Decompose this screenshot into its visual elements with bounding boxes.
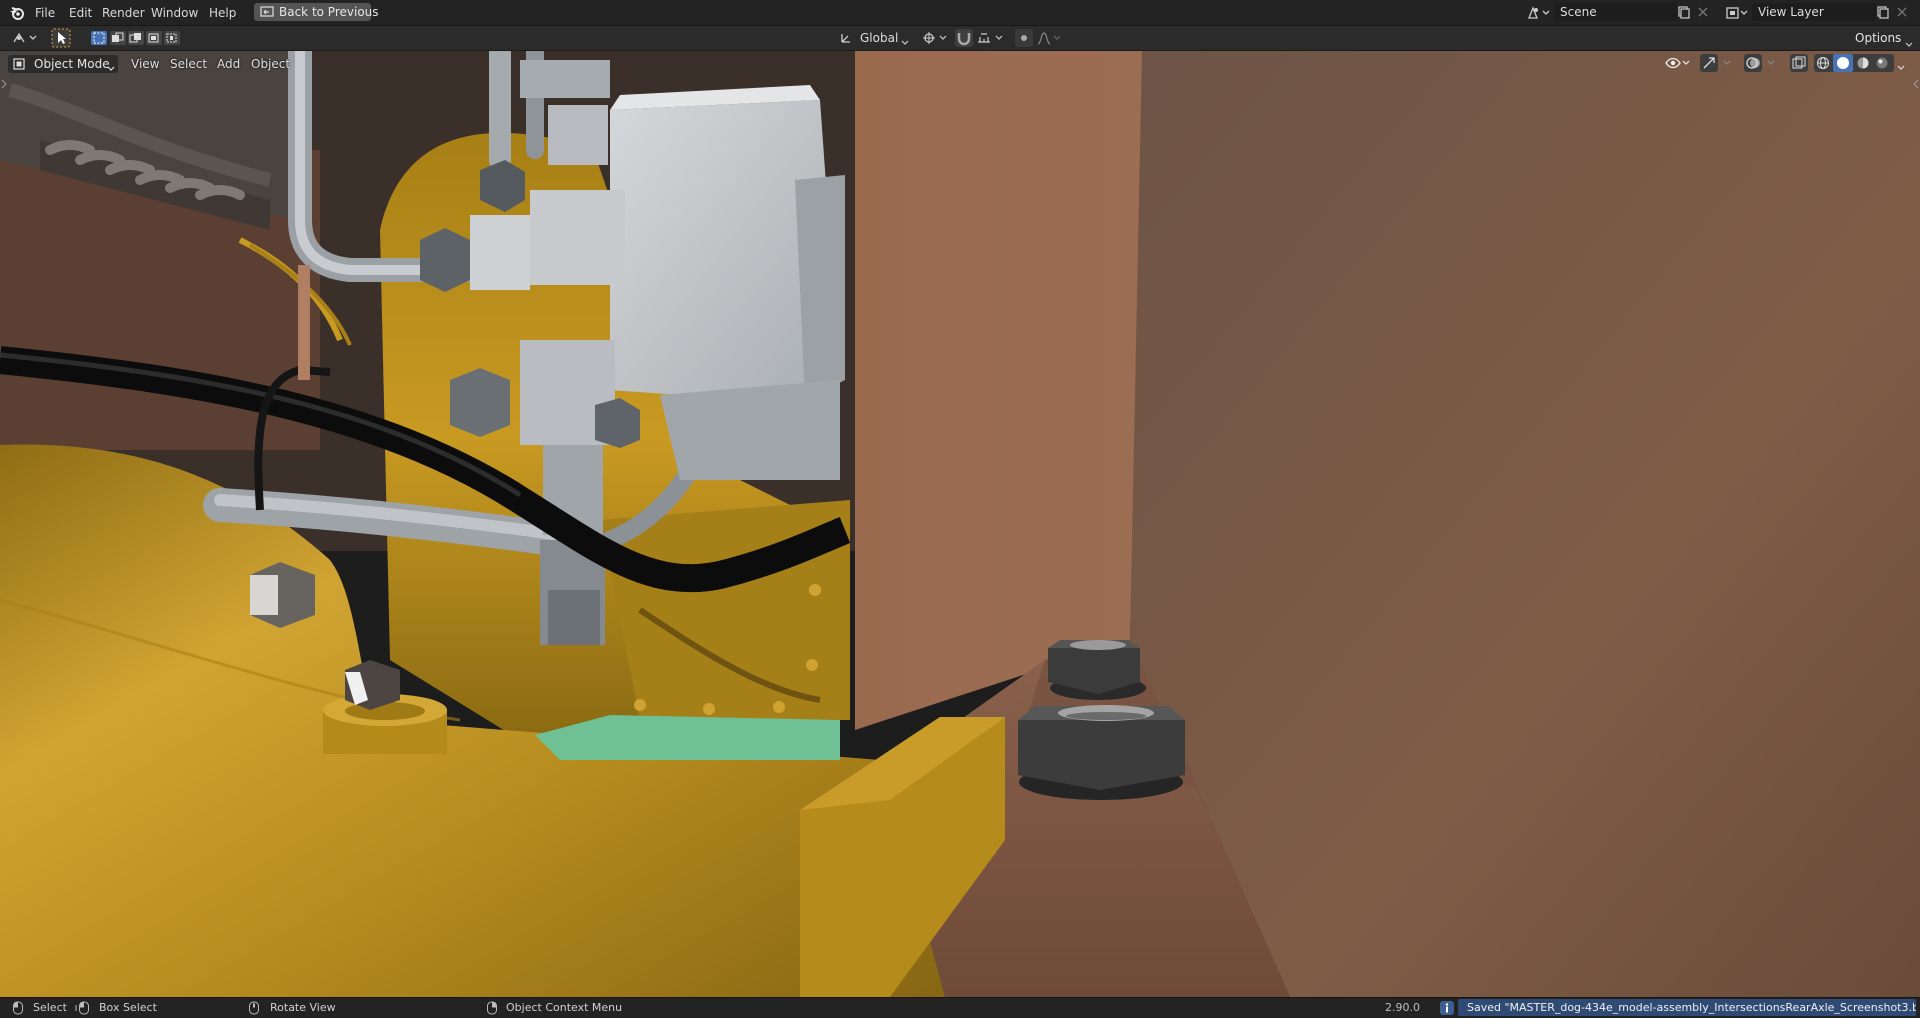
menu-edit[interactable]: Edit (67, 4, 94, 22)
solid-shading-icon[interactable] (1833, 54, 1853, 72)
sidebar-toggle-right-icon[interactable] (1913, 78, 1919, 89)
view-layer-icon[interactable] (1725, 5, 1749, 21)
transform-orientation-dropdown[interactable]: Global (836, 29, 912, 47)
scene-name: Scene (1560, 5, 1597, 19)
chevron-down-icon (901, 35, 909, 45)
sidebar-toggle-left-icon[interactable] (1, 78, 7, 89)
select-mode-intersect-icon[interactable] (163, 30, 181, 46)
object-visibility-icon[interactable] (1664, 55, 1692, 71)
object-mode-icon (13, 58, 25, 70)
back-to-previous-label: Back to Previous (279, 5, 379, 19)
viewport-menu-add[interactable]: Add (217, 55, 240, 73)
new-scene-icon[interactable] (1677, 5, 1691, 19)
proportional-edit-icon[interactable] (1015, 29, 1033, 47)
top-bar: File Edit Render Window Help Back to Pre… (0, 0, 1920, 26)
cursor-select-icon[interactable] (51, 28, 71, 48)
proportional-falloff-icon[interactable] (1036, 30, 1064, 46)
delete-view-layer-icon[interactable] (1896, 6, 1908, 18)
tool-header: Global Options (0, 26, 1920, 51)
view-layer-name-field[interactable]: View Layer (1752, 3, 1876, 21)
viewport-scene-render (0, 51, 1920, 997)
snap-increment-icon[interactable] (976, 30, 1006, 46)
select-mode-subtract-icon[interactable] (127, 30, 145, 46)
object-mode-label: Object Mode (34, 57, 110, 71)
shading-mode-group (1814, 54, 1894, 72)
gizmo-icon[interactable] (1700, 54, 1736, 72)
menu-file[interactable]: File (33, 4, 57, 22)
magnet-snap-icon[interactable] (955, 29, 973, 47)
mouse-left-icon (12, 1001, 24, 1015)
view-layer-name: View Layer (1758, 5, 1824, 19)
chevron-down-icon (1905, 35, 1913, 47)
chevron-down-icon (107, 61, 115, 71)
back-to-previous-button[interactable]: Back to Previous (254, 3, 379, 21)
object-mode-dropdown[interactable]: Object Mode (8, 55, 118, 73)
new-view-layer-icon[interactable] (1876, 5, 1890, 19)
viewport-menu-select[interactable]: Select (170, 55, 207, 73)
viewport-menu-view[interactable]: View (131, 55, 159, 73)
status-select: Select (33, 1001, 67, 1014)
status-bar: Select Box Select Rotate View Object Con… (0, 997, 1920, 1017)
back-to-previous-icon (260, 5, 274, 19)
viewport-menu-object[interactable]: Object (251, 55, 290, 73)
menu-render[interactable]: Render (100, 4, 147, 22)
report-message[interactable]: Saved "MASTER_dog-434e_model-assembly_In… (1458, 999, 1916, 1016)
pivot-point-icon[interactable] (922, 30, 950, 46)
delete-scene-icon[interactable] (1697, 6, 1709, 18)
material-shading-icon[interactable] (1856, 56, 1870, 70)
menu-help[interactable]: Help (207, 4, 238, 22)
info-icon (1440, 1001, 1454, 1015)
scene-name-field[interactable]: Scene (1554, 3, 1677, 21)
options-dropdown[interactable]: Options (1849, 29, 1915, 47)
3d-viewport-icon[interactable] (11, 30, 39, 46)
blender-logo-icon[interactable] (9, 5, 25, 21)
rendered-shading-icon[interactable] (1875, 56, 1889, 70)
menu-window[interactable]: Window (149, 4, 200, 22)
scene-icon[interactable] (1527, 5, 1551, 21)
blender-version: 2.90.0 (1385, 1001, 1420, 1014)
overlay-icon[interactable] (1744, 54, 1780, 72)
select-mode-extend-icon[interactable] (109, 30, 127, 46)
status-rotate-view: Rotate View (270, 1001, 336, 1014)
mouse-middle-icon (248, 1001, 260, 1015)
xray-icon[interactable] (1790, 54, 1808, 72)
options-label: Options (1855, 31, 1902, 45)
3d-viewport[interactable]: Object Mode View Select Add Object (0, 51, 1920, 997)
status-box-select: Box Select (99, 1001, 157, 1014)
mouse-left-drag-icon (75, 1001, 91, 1015)
saved-message: Saved "MASTER_dog-434e_model-assembly_In… (1467, 1001, 1916, 1014)
select-mode-new-icon[interactable] (90, 30, 108, 46)
shading-options-chevron-icon[interactable] (1897, 60, 1905, 70)
transform-orientation-value: Global (860, 31, 899, 45)
select-mode-invert-icon[interactable] (145, 30, 163, 46)
mouse-right-icon (486, 1001, 498, 1015)
status-context-menu: Object Context Menu (506, 1001, 623, 1014)
wireframe-shading-icon[interactable] (1816, 56, 1830, 70)
